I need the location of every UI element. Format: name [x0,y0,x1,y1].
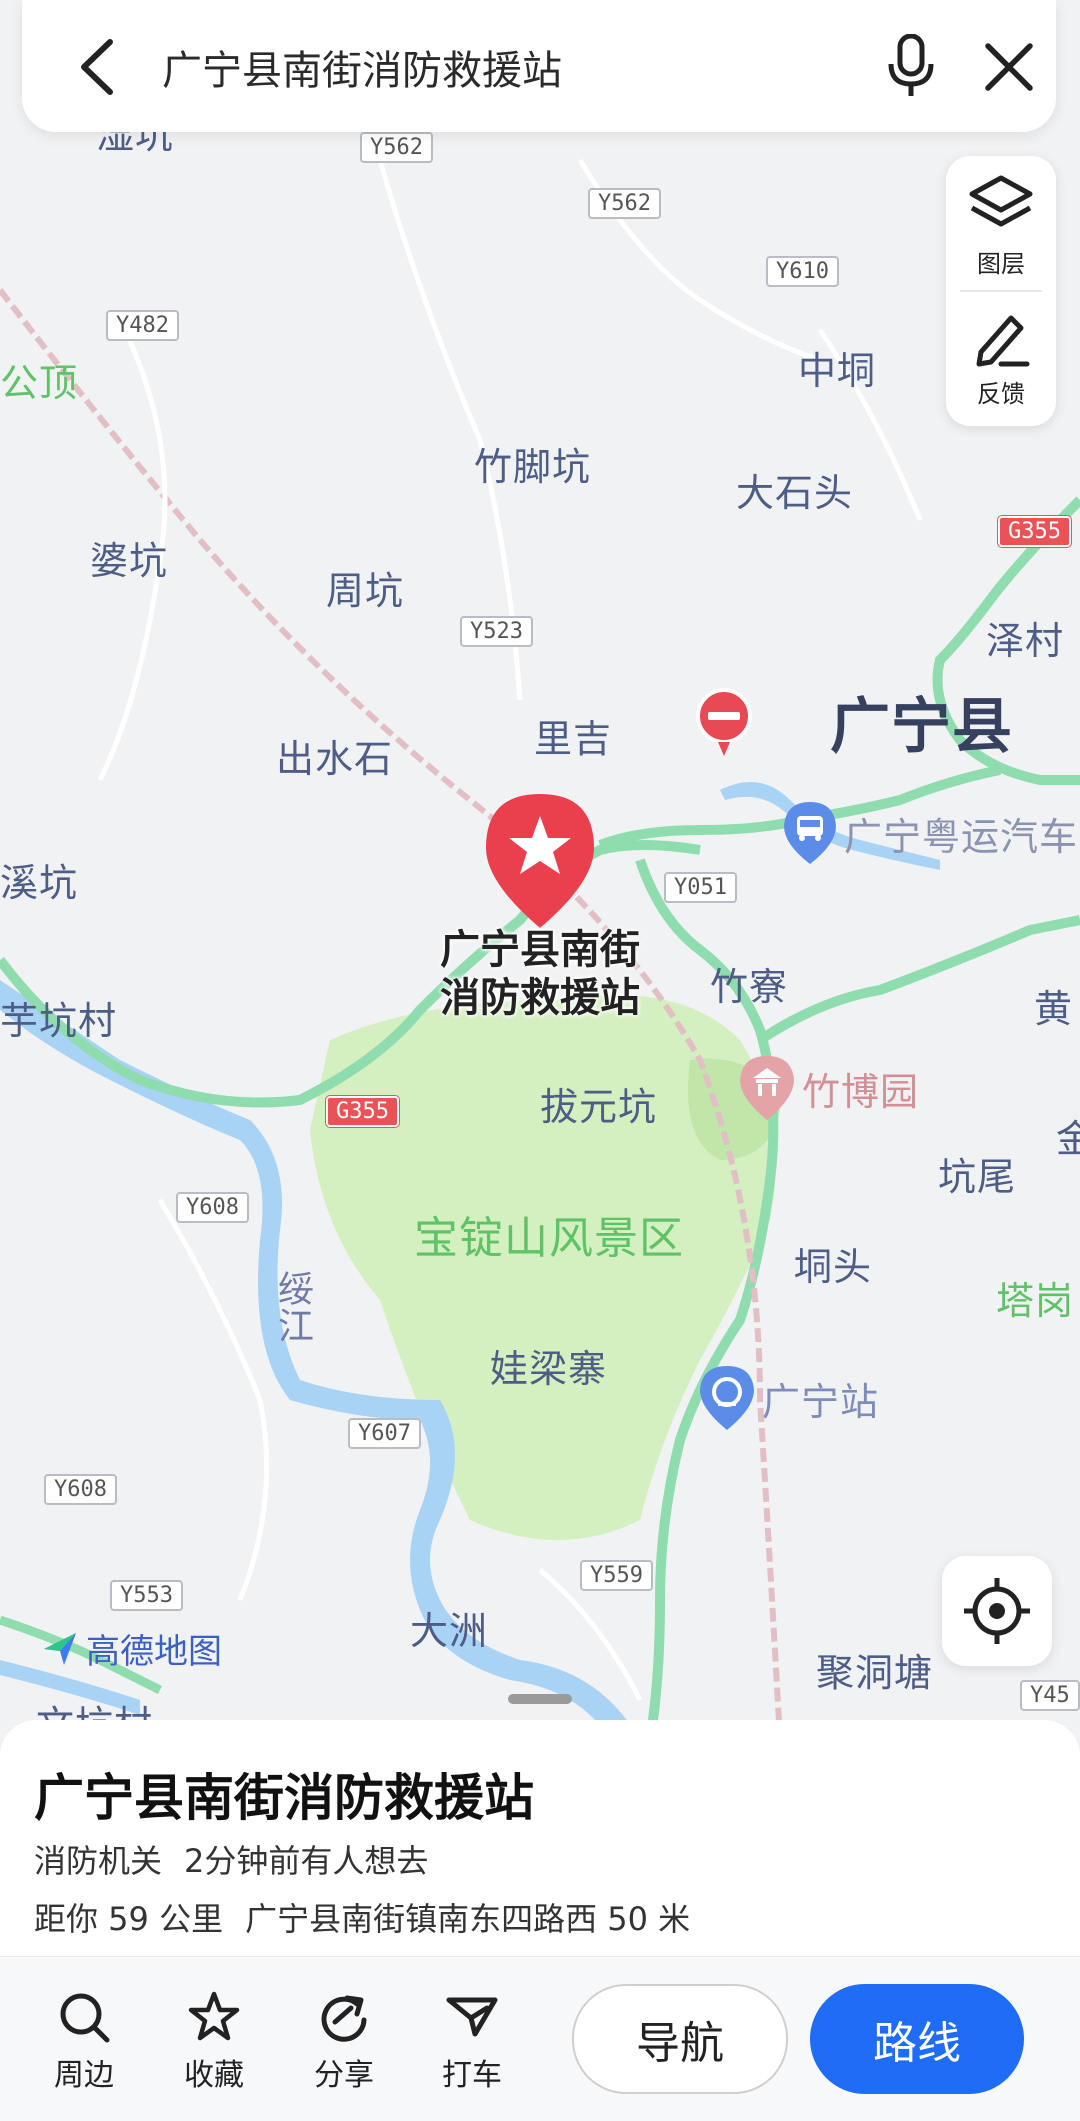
taxi-flag-icon [446,1997,498,2037]
search-bar: 广宁县南街消防救援站 [22,0,1056,132]
voice-search-button[interactable] [886,33,936,98]
road-badge: Y610 [766,256,839,287]
road-badge: Y607 [348,1418,421,1449]
clear-search-button[interactable] [984,42,1034,92]
map-label-zhoukeng: 周坑 [326,569,405,613]
poi-train-station[interactable]: 广宁站 [698,1364,879,1432]
place-recent: 2分钟前有人想去 [184,1842,429,1880]
road-badge: Y559 [580,1560,653,1591]
taxi-label: 打车 [442,2058,502,2093]
back-arrow-icon [81,39,113,95]
poi-bus-station[interactable]: 广宁粤运汽车 [782,800,1078,866]
navigate-button[interactable]: 导航 [572,1984,788,2094]
sheet-drag-handle[interactable] [508,1694,572,1704]
crosshair-icon [964,1578,1030,1644]
nearby-label: 周边 [54,2058,114,2093]
microphone-icon [888,33,934,96]
place-detail-sheet: 广宁县南街消防救援站 消防机关 2分钟前有人想去 距你 59 公里 广宁县南街镇南东… [0,1720,1080,2121]
place-category: 消防机关 [34,1842,163,1880]
poi-train-label: 广宁站 [762,1379,880,1424]
search-input[interactable]: 广宁县南街消防救援站 [162,38,562,96]
road-badge: Y051 [664,872,737,903]
place-location: 距你 59 公里 广宁县南街镇南东四路西 50 米 [34,1894,690,1940]
close-icon [985,43,1033,91]
poi-zhubo-park[interactable]: 竹博园 [738,1054,919,1122]
map-label-yukengcun: 芋坑村 [0,999,118,1043]
pencil-icon [976,315,1030,367]
bus-icon [784,802,836,864]
map-label-xikeng: 溪坑 [0,861,79,905]
road-badge-national: G355 [326,1096,399,1127]
poi-bus-label: 广宁粤运汽车 [844,814,1079,859]
layers-button[interactable]: 图层 [946,174,1056,279]
map-label-zhujiaokeng: 竹脚坑 [474,445,592,489]
map-label-suijiang: 绥江 [272,1270,313,1344]
road-badge: Y45 [1020,1680,1080,1711]
map-label-zhuzhai: 竹寮 [710,965,789,1009]
layers-label: 图层 [977,250,1025,278]
place-distance: 距你 59 公里 [34,1900,224,1938]
road-badge-national: G355 [998,516,1071,547]
search-icon [60,1993,110,2043]
map-label-zhongtong: 中垌 [798,349,877,393]
pavilion-icon [740,1056,794,1120]
map-label-pokeng: 婆坑 [90,539,169,583]
train-icon [700,1366,754,1430]
share-button[interactable]: 分享 [294,1990,394,2094]
map-label-kengwei: 坑尾 [938,1155,1017,1199]
no-entry-icon[interactable] [694,686,754,758]
share-label: 分享 [314,2058,374,2093]
map-label-jin: 金 [1056,1117,1080,1161]
share-icon [321,1995,367,2042]
taxi-button[interactable]: 打车 [422,1990,522,2094]
map-view[interactable]: 湿坑 公顶 中垌 竹脚坑 大石头 婆坑 周坑 泽村 广宁县 里吉 出水石 溪坑 … [0,0,1080,1740]
place-meta: 消防机关 2分钟前有人想去 [34,1836,428,1882]
feedback-button[interactable]: 反馈 [946,308,1056,409]
amap-logo-icon [44,1632,76,1665]
map-label-dazhou: 大洲 [410,1609,489,1653]
marker-title: 广宁县南街 消防救援站 [440,927,640,1021]
road-badge: Y482 [106,310,179,341]
map-label-judongtang: 聚洞塘 [816,1651,934,1695]
map-label-guangning: 广宁县 [830,692,1013,762]
favorite-button[interactable]: 收藏 [164,1990,264,2094]
favorite-label: 收藏 [184,2058,244,2093]
map-label-dongtou: 垌头 [794,1245,873,1289]
map-label-zecun: 泽村 [986,619,1065,663]
locate-me-button[interactable] [942,1556,1052,1666]
map-tools-panel: 图层 反馈 [946,156,1056,426]
map-label-baodingshan: 宝锭山风景区 [414,1213,684,1264]
road-badge: Y523 [460,616,533,647]
map-label-bayuankeng: 拔元坑 [540,1085,658,1129]
road-badge: Y562 [588,188,661,219]
poi-zhubo-label: 竹博园 [802,1069,920,1114]
selected-place-marker[interactable] [482,790,598,930]
road-badge: Y608 [44,1474,117,1505]
amap-logo-text: 高德地图 [86,1632,222,1672]
nearby-button[interactable]: 周边 [34,1990,134,2094]
map-label-huang: 黄 [1034,987,1074,1031]
map-label-tagang: 塔岗 [996,1279,1075,1323]
road-badge: Y553 [110,1580,183,1611]
star-pin-icon [486,794,594,928]
place-address: 广宁县南街镇南东四路西 50 米 [245,1900,691,1938]
layers-icon [969,175,1033,227]
feedback-label: 反馈 [977,380,1025,408]
map-label-gongding: 公顶 [0,361,79,405]
amap-logo: 高德地图 [40,1624,222,1673]
map-label-dashitou: 大石头 [736,471,854,515]
map-label-waliangzhai: 娃梁寨 [490,1347,608,1391]
route-button[interactable]: 路线 [810,1984,1024,2094]
tools-divider [960,290,1042,292]
road-badge: Y608 [176,1192,249,1223]
star-icon [188,1991,240,2041]
map-label-liji: 里吉 [534,717,613,761]
back-button[interactable] [76,38,116,96]
place-name: 广宁县南街消防救援站 [34,1769,534,1827]
map-label-chushuishi: 出水石 [276,737,394,781]
road-badge: Y562 [360,132,433,163]
